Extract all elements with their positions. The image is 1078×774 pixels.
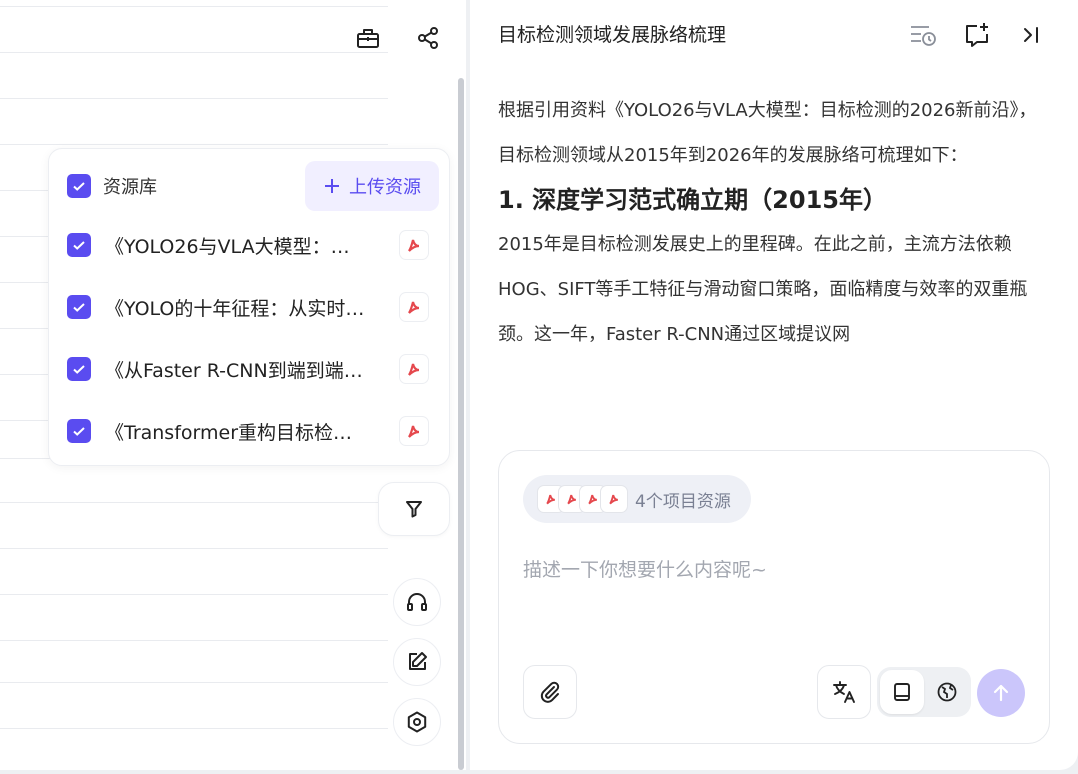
support-button[interactable] [393,578,441,626]
resource-checkbox[interactable] [67,233,91,257]
paperclip-icon [540,681,560,703]
resource-library-panel: 资源库 上传资源 《YOLO26与VLA大模型：目标检测的2026新前沿》 [48,148,450,466]
resource-checkbox[interactable] [67,295,91,319]
app-root: 资源库 上传资源 《YOLO26与VLA大模型：目标检测的2026新前沿》 [0,0,1078,774]
knowledge-base-toggle[interactable] [880,670,924,714]
share-icon[interactable] [410,20,446,56]
resource-title: 《YOLO的十年征程：从实时检测到多任务》 [105,297,367,320]
divider [0,548,388,549]
prompt-composer: 4个项目资源 描述一下你想要什么内容呢~ [498,450,1050,744]
upload-resource-button[interactable]: 上传资源 [305,161,439,211]
web-search-toggle[interactable] [925,670,969,714]
translate-icon [833,681,855,703]
plus-icon [325,179,339,193]
left-panel: 资源库 上传资源 《YOLO26与VLA大模型：目标检测的2026新前沿》 [0,0,466,770]
pdf-icon [399,230,429,260]
resource-item[interactable]: 《从Faster R-CNN到端到端检测》 [67,349,429,389]
divider [0,640,388,641]
answer-content: 根据引用资料《YOLO26与VLA大模型：目标检测的2026新前沿》，目标检测领… [498,88,1054,357]
headset-icon [407,593,427,611]
chat-toolbar [906,18,1048,52]
resource-library-label: 资源库 [103,177,157,198]
edit-button[interactable] [393,638,441,686]
resource-checkbox[interactable] [67,357,91,381]
pdf-icon [399,416,429,446]
resource-item[interactable]: 《Transformer重构目标检测》 [67,411,429,451]
filter-icon [406,501,422,518]
briefcase-icon[interactable] [350,20,386,56]
pdf-icon [600,485,628,513]
prompt-input[interactable]: 描述一下你想要什么内容呢~ [523,555,767,582]
resource-title: 《YOLO26与VLA大模型：目标检测的2026新前沿》 [105,235,367,258]
divider [0,594,388,595]
attach-button[interactable] [523,665,577,719]
resource-library-header: 资源库 上传资源 [67,161,439,211]
book-icon [894,683,910,701]
divider [0,6,388,7]
pdf-icon [399,292,429,322]
resource-checkbox[interactable] [67,419,91,443]
arrow-up-icon [993,684,1009,702]
resource-title: 《Transformer重构目标检测》 [105,421,367,444]
left-toolbar [350,20,446,56]
section-paragraph: 2015年是目标检测发展史上的里程碑。在此之前，主流方法依赖HOG、SIFT等手… [498,234,1028,345]
divider [0,98,388,99]
resource-item[interactable]: 《YOLO26与VLA大模型：目标检测的2026新前沿》 [67,225,429,265]
project-resources-chip[interactable]: 4个项目资源 [523,475,751,523]
send-button[interactable] [977,669,1025,717]
settings-button[interactable] [393,698,441,746]
divider [0,144,388,145]
section-heading: 1. 深度学习范式确立期（2015年） [498,186,887,214]
resource-title: 《从Faster R-CNN到端到端检测》 [105,359,367,382]
history-icon[interactable] [906,18,940,52]
translate-button[interactable] [817,665,871,719]
divider [0,52,388,53]
divider [0,728,388,729]
select-all-checkbox[interactable] [67,174,91,198]
project-resources-label: 4个项目资源 [635,491,731,512]
scrollbar[interactable] [458,78,464,770]
mode-toggle [877,667,971,717]
collapse-panel-icon[interactable] [1014,18,1048,52]
globe-icon [937,682,957,702]
filter-button[interactable] [378,482,450,536]
divider [0,682,388,683]
resource-item[interactable]: 《YOLO的十年征程：从实时检测到多任务》 [67,287,429,327]
intro-paragraph: 根据引用资料《YOLO26与VLA大模型：目标检测的2026新前沿》，目标检测领… [498,100,1037,166]
edit-icon [409,652,427,670]
upload-resource-label: 上传资源 [349,177,421,198]
chat-panel: 目标检测领域发展脉络梳理 根据引用资料《YOLO26与VLA大模型：目标检测的2… [470,0,1078,770]
settings-icon [407,711,427,733]
pdf-icon [399,354,429,384]
new-chat-icon[interactable] [960,18,994,52]
chat-title: 目标检测领域发展脉络梳理 [498,24,727,46]
divider [0,502,388,503]
